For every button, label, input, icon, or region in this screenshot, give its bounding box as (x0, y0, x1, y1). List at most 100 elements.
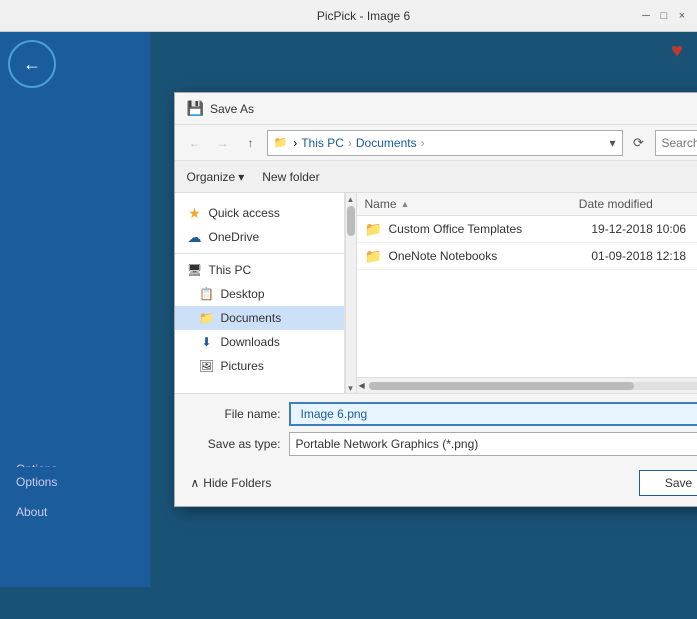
close-button[interactable]: × (675, 9, 689, 23)
app-back-button[interactable]: ← (8, 40, 56, 88)
sidebar-item-about[interactable]: About (0, 497, 150, 527)
nav-item-documents[interactable]: 📁 Documents (175, 306, 344, 330)
hide-folders-icon: ∧ (191, 476, 200, 490)
nav-scroll-up-arrow[interactable]: ▲ (347, 195, 355, 204)
nav-item-this-pc-label: This PC (209, 263, 252, 277)
col-name-label: Name (365, 197, 397, 211)
filename-row: File name: ▾ (191, 402, 697, 426)
scroll-thumb (369, 382, 634, 390)
onedrive-icon (187, 229, 203, 245)
maximize-button[interactable]: □ (657, 9, 671, 23)
horizontal-scrollbar: ◀ ▶ (357, 377, 697, 393)
nav-item-onedrive-label: OneDrive (209, 230, 260, 244)
filetype-label: Save as type: (191, 437, 281, 451)
address-dropdown-arrow[interactable]: ▾ (609, 136, 615, 150)
hide-folders-label: Hide Folders (203, 476, 271, 490)
nav-scroll-thumb (347, 206, 355, 236)
nav-forward-button[interactable]: → (211, 131, 235, 155)
nav-item-pictures[interactable]: 🖼 Pictures (175, 354, 344, 378)
save-as-dialog: 💾 Save As × ← → ↑ 📁 › This PC › D (174, 92, 697, 507)
organize-bar: Organize ▾ New folder ▦ ▾ ? (175, 161, 697, 193)
file-icon-1: 📁 (365, 220, 383, 238)
nav-item-documents-label: Documents (221, 311, 282, 325)
organize-button[interactable]: Organize ▾ (183, 168, 249, 186)
file-row[interactable]: 📁 Custom Office Templates 19-12-2018 10:… (357, 216, 697, 243)
address-sep1: › (293, 136, 297, 150)
address-crumb-documents[interactable]: Documents (356, 136, 417, 150)
dialog-bottom: File name: ▾ Save as type: Portable Netw… (175, 393, 697, 464)
scroll-track (369, 382, 697, 390)
this-pc-icon: 🖥 (187, 262, 203, 278)
nav-item-desktop-label: Desktop (221, 287, 265, 301)
filename-input[interactable] (297, 405, 697, 423)
filename-input-wrapper: ▾ (289, 402, 697, 426)
dialog-actions: ∧ Hide Folders Save Cancel (175, 464, 697, 506)
documents-icon: 📁 (199, 310, 215, 326)
search-input[interactable] (662, 136, 697, 150)
nav-item-quick-access-label: Quick access (209, 206, 280, 220)
dialog-main: Quick access OneDrive 🖥 This PC (175, 193, 697, 393)
action-buttons: Save Cancel (639, 470, 697, 496)
app-title: PicPick - Image 6 (88, 9, 639, 23)
hide-folders-button[interactable]: ∧ Hide Folders (191, 476, 272, 490)
nav-item-desktop[interactable]: 📋 Desktop (175, 282, 344, 306)
dialog-overlay: 💾 Save As × ← → ↑ 📁 › This PC › D (150, 64, 697, 619)
file-row[interactable]: 📁 OneNote Notebooks 01-09-2018 12:18 Fil… (357, 243, 697, 270)
pictures-icon: 🖼 (199, 358, 215, 374)
address-crumb-this-pc[interactable]: This PC (301, 136, 344, 150)
file-list-header: Name ▲ Date modified Type (357, 193, 697, 216)
file-date-1: 19-12-2018 10:06 (591, 222, 697, 236)
col-header-date: Date modified (579, 197, 697, 211)
sidebar-item-options[interactable]: Options (0, 467, 150, 497)
app-titlebar: PicPick - Image 6 ─ □ × (0, 0, 697, 32)
organize-dropdown-icon: ▾ (238, 170, 244, 184)
file-icon-2: 📁 (365, 247, 383, 265)
search-box: 🔍 (655, 130, 697, 156)
nav-item-downloads[interactable]: ⬇ Downloads (175, 330, 344, 354)
refresh-button[interactable]: ⟳ (627, 131, 651, 155)
left-nav-panel: Quick access OneDrive 🖥 This PC (175, 193, 345, 393)
app-content: ♥ ave All ave all imag 💾 Save As × ← (150, 32, 697, 587)
nav-scroll-down-arrow[interactable]: ▼ (347, 384, 355, 393)
quick-access-icon (187, 205, 203, 221)
nav-up-button[interactable]: ↑ (239, 131, 263, 155)
new-folder-button[interactable]: New folder (256, 168, 325, 186)
save-button[interactable]: Save (639, 470, 697, 496)
scroll-left-button[interactable]: ◀ (359, 381, 365, 390)
nav-item-pictures-label: Pictures (221, 359, 264, 373)
dialog-titlebar: 💾 Save As × (175, 93, 697, 125)
filetype-row: Save as type: Portable Network Graphics … (191, 432, 697, 456)
downloads-icon: ⬇ (199, 334, 215, 350)
file-list: Name ▲ Date modified Type 📁 Custom Offic… (357, 193, 697, 393)
nav-item-onedrive[interactable]: OneDrive (175, 225, 344, 249)
address-bar[interactable]: 📁 › This PC › Documents › ▾ (267, 130, 623, 156)
address-this-pc-icon: 📁 (274, 136, 288, 149)
desktop-icon: 📋 (199, 286, 215, 302)
left-nav-scrollbar: ▲ ▼ (345, 193, 357, 393)
dialog-toolbar: ← → ↑ 📁 › This PC › Documents › ▾ ⟳ (175, 125, 697, 161)
filetype-select-wrapper: Portable Network Graphics (*.png) ▾ (289, 432, 697, 456)
nav-item-downloads-label: Downloads (221, 335, 280, 349)
sort-icon-name: ▲ (401, 199, 410, 209)
address-sep3: › (421, 136, 425, 150)
file-list-spacer (357, 270, 697, 377)
file-name-1: Custom Office Templates (389, 222, 592, 236)
nav-item-this-pc[interactable]: 🖥 This PC (175, 258, 344, 282)
col-header-name: Name ▲ (365, 197, 579, 211)
minimize-button[interactable]: ─ (639, 9, 653, 23)
file-date-2: 01-09-2018 12:18 (591, 249, 697, 263)
sidebar-bottom: Options About (0, 467, 150, 527)
app-controls: ─ □ × (639, 9, 689, 23)
nav-item-quick-access[interactable]: Quick access (175, 201, 344, 225)
file-name-2: OneNote Notebooks (389, 249, 592, 263)
dialog-title: 💾 Save As (187, 100, 254, 117)
organize-label: Organize (187, 170, 236, 184)
nav-back-button[interactable]: ← (183, 131, 207, 155)
heart-icon: ♥ (671, 40, 683, 63)
dialog-title-icon: 💾 (187, 100, 204, 117)
filename-label: File name: (191, 407, 281, 421)
dialog-title-text: Save As (210, 102, 254, 116)
filetype-select[interactable]: Portable Network Graphics (*.png) (289, 432, 697, 456)
nav-divider (175, 253, 344, 254)
address-sep2: › (348, 136, 352, 150)
